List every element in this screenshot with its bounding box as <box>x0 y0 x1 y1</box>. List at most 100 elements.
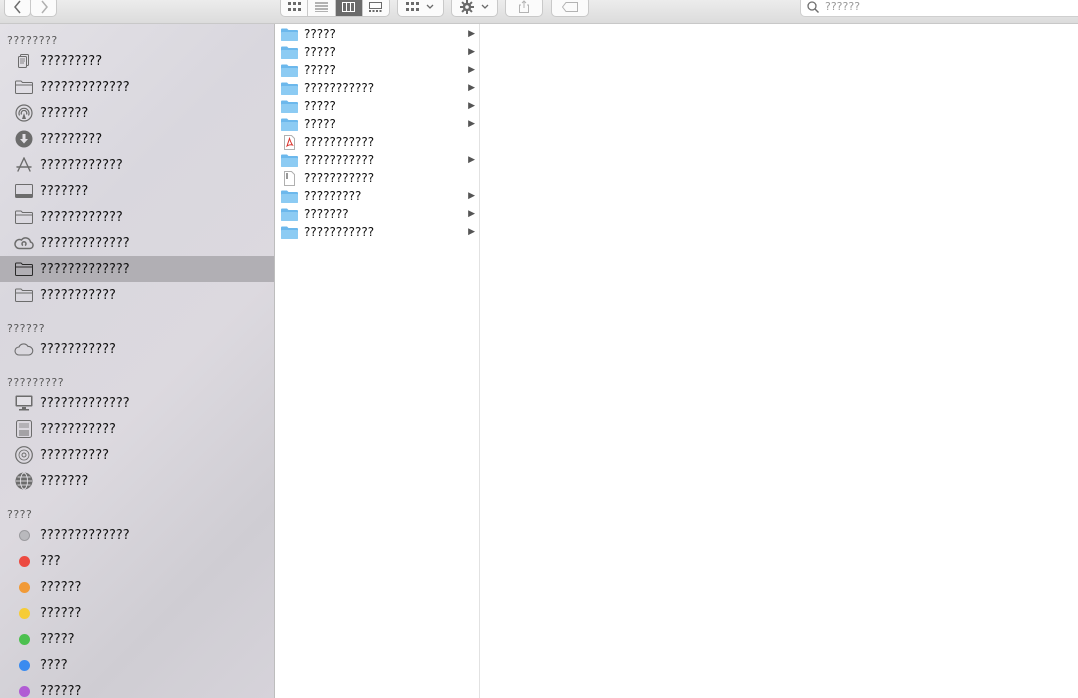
list-item[interactable]: ????? ▶ <box>275 25 479 43</box>
sidebar-item-folder-3[interactable]: ??????????? <box>0 282 274 308</box>
sidebar-item-desktop[interactable]: ??????? <box>0 178 274 204</box>
list-item[interactable]: ????? ▶ <box>275 97 479 115</box>
gallery-view-button[interactable] <box>363 0 389 16</box>
sidebar-item-folder-1[interactable]: ????????????? <box>0 74 274 100</box>
sidebar-item-recents[interactable]: ????????? <box>0 48 274 74</box>
sidebar-item-icloud-drive[interactable]: ??????????? <box>0 336 274 362</box>
sidebar-item-label: ????????????? <box>40 79 130 95</box>
folder-icon <box>281 81 299 96</box>
item-name: ??????????? <box>304 225 375 239</box>
sidebar-item-tag-green[interactable]: ????? <box>0 626 274 652</box>
sidebar-item-network[interactable]: ??????? <box>0 468 274 494</box>
sidebar-item-downloads[interactable]: ????????? <box>0 126 274 152</box>
back-button[interactable] <box>4 0 31 17</box>
item-name: ????????? <box>304 189 362 203</box>
sidebar-item-selected-folder[interactable]: ????????????? <box>0 256 274 282</box>
chevron-right-icon <box>40 0 48 13</box>
sidebar-item-tag-purple[interactable]: ?????? <box>0 678 274 698</box>
folder-icon <box>281 117 299 132</box>
tags-button[interactable] <box>551 0 589 17</box>
share-icon <box>519 0 529 13</box>
creative-cloud-icon <box>14 233 34 253</box>
hard-drive-icon <box>14 419 34 439</box>
icon-view-button[interactable] <box>281 0 309 16</box>
list-item[interactable]: ????????? ▶ <box>275 187 479 205</box>
list-view-icon <box>314 2 328 12</box>
disclosure-arrow-icon: ▶ <box>468 155 475 165</box>
sidebar-item-applications[interactable]: ???????????? <box>0 152 274 178</box>
sidebar-section-heading: ???? <box>7 508 33 521</box>
disclosure-arrow-icon: ▶ <box>468 83 475 93</box>
sidebar-item-airdrop[interactable]: ??????? <box>0 100 274 126</box>
sidebar-item-creative-cloud[interactable]: ????????????? <box>0 230 274 256</box>
sidebar-item-label: ????????? <box>40 131 103 147</box>
item-name: ??????????? <box>304 171 375 185</box>
computer-icon <box>14 393 34 413</box>
list-item[interactable]: ????? ▶ <box>275 43 479 61</box>
folder-icon <box>281 99 299 114</box>
sidebar-item-label: ??????????? <box>40 287 116 303</box>
sidebar-item-label: ??? <box>40 553 61 569</box>
item-name: ??????????? <box>304 81 375 95</box>
disclosure-arrow-icon: ▶ <box>468 119 475 129</box>
item-name: ??????????? <box>304 135 375 149</box>
gear-icon <box>459 0 474 14</box>
downloads-icon <box>14 129 34 149</box>
item-name: ????? <box>304 99 336 113</box>
share-button[interactable] <box>505 0 543 17</box>
sidebar-section-heading: ?????? <box>7 322 46 335</box>
list-item[interactable]: ??????????? <box>275 133 479 151</box>
sidebar-item-label: ?????? <box>40 683 82 698</box>
sidebar-item-tag-red[interactable]: ??? <box>0 548 274 574</box>
action-button[interactable] <box>451 0 498 17</box>
sidebar-item-label: ??????? <box>40 473 89 489</box>
sidebar-item-tag-blue[interactable]: ???? <box>0 652 274 678</box>
pdf-document-icon <box>281 134 299 150</box>
group-grid-icon <box>406 1 419 11</box>
disclosure-arrow-icon: ▶ <box>468 65 475 75</box>
sidebar-item-computer[interactable]: ????????????? <box>0 390 274 416</box>
sidebar-item-label: ????????????? <box>40 261 130 277</box>
folder-icon <box>14 207 34 227</box>
list-item[interactable]: ????? ▶ <box>275 61 479 79</box>
list-item[interactable]: ??????????? <box>275 169 479 187</box>
finder-toolbar <box>0 0 1078 24</box>
sidebar-item-hard-drive[interactable]: ??????????? <box>0 416 274 442</box>
disclosure-arrow-icon: ▶ <box>468 209 475 219</box>
list-item[interactable]: ??????????? ▶ <box>275 151 479 169</box>
tag-icon <box>562 1 578 12</box>
list-item[interactable]: ??????????? ▶ <box>275 79 479 97</box>
folder-icon <box>281 189 299 204</box>
desktop-icon <box>14 181 34 201</box>
document-icon <box>281 170 299 186</box>
item-name: ????? <box>304 117 336 131</box>
browser-column-2 <box>480 24 1078 698</box>
folder-icon <box>14 259 34 279</box>
search-field[interactable] <box>800 0 1078 17</box>
disclosure-arrow-icon: ▶ <box>468 47 475 57</box>
sidebar-item-label: ?????????? <box>40 447 109 463</box>
item-name: ????? <box>304 45 336 59</box>
sidebar-item-folder-2[interactable]: ???????????? <box>0 204 274 230</box>
forward-button[interactable] <box>30 0 57 17</box>
group-by-button[interactable] <box>397 0 444 17</box>
sidebar-item-label: ??????????? <box>40 341 116 357</box>
sidebar-item-label: ???????????? <box>40 209 123 225</box>
sidebar-item-tag-gray[interactable]: ????????????? <box>0 522 274 548</box>
column-view-button[interactable] <box>335 0 363 16</box>
folder-icon <box>281 207 299 222</box>
list-item[interactable]: ????? ▶ <box>275 115 479 133</box>
tag-yellow-icon <box>14 603 34 623</box>
sidebar-item-label: ?????? <box>40 605 82 621</box>
tag-red-icon <box>14 551 34 571</box>
sidebar-item-tag-yellow[interactable]: ?????? <box>0 600 274 626</box>
search-input[interactable] <box>825 0 1065 13</box>
sidebar-item-tag-orange[interactable]: ?????? <box>0 574 274 600</box>
folder-icon <box>281 45 299 60</box>
list-item[interactable]: ??????????? ▶ <box>275 223 479 241</box>
list-item[interactable]: ??????? ▶ <box>275 205 479 223</box>
sidebar-item-label: ???????????? <box>40 157 123 173</box>
item-name: ??????????? <box>304 153 375 167</box>
sidebar-item-optical-disc[interactable]: ?????????? <box>0 442 274 468</box>
list-view-button[interactable] <box>308 0 336 16</box>
